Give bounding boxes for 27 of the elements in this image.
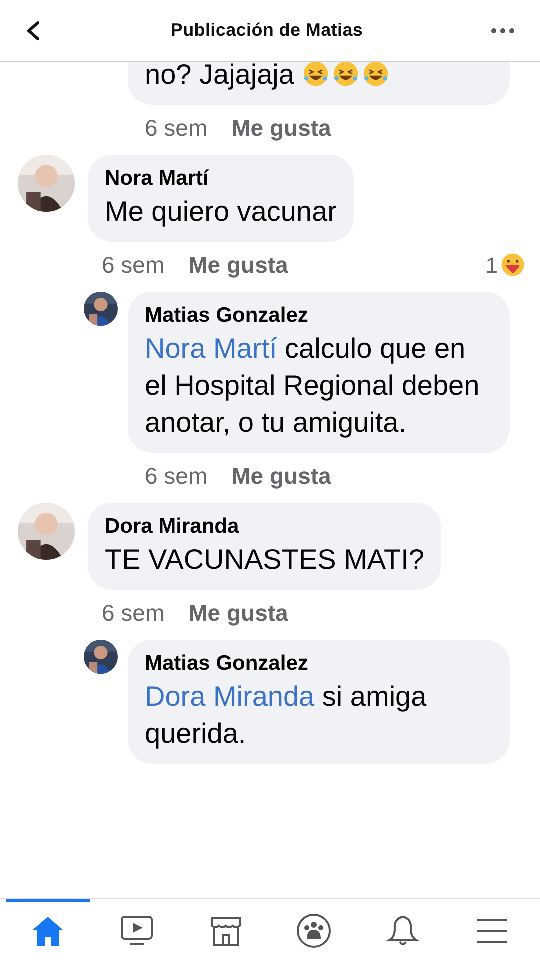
- author-name[interactable]: Matias Gonzalez: [145, 650, 493, 678]
- comment-text: no? Jajajaja: [145, 62, 493, 93]
- comment-text: Nora Martí calculo que en el Hospital Regional deben anotar, o tu amiguita.: [145, 332, 481, 440]
- like-link[interactable]: Me gusta: [188, 248, 288, 282]
- reaction-count: 1: [486, 252, 498, 280]
- like-link[interactable]: Me gusta: [188, 596, 288, 630]
- more-icon[interactable]: [490, 26, 516, 34]
- author-name[interactable]: Dora Miranda: [105, 513, 424, 541]
- like-link[interactable]: Me gusta: [232, 458, 332, 494]
- comment-time: 6 sem: [145, 114, 208, 143]
- page-title: Publicación de Matias: [170, 19, 364, 42]
- comment-time: 6 sem: [102, 250, 165, 280]
- comment-text: Me quiero vacunar: [105, 195, 337, 229]
- mention-link[interactable]: Nora Martí: [145, 333, 278, 364]
- laughing-face-icon: [302, 62, 330, 88]
- comment-time: 6 sem: [145, 462, 208, 491]
- author-name[interactable]: Nora Martí: [105, 165, 337, 193]
- hugging-face-icon: [500, 252, 526, 278]
- comment-text: TE VACUNASTES MATI?: [105, 543, 424, 577]
- laughing-face-icon: [332, 62, 360, 88]
- like-link[interactable]: Me gusta: [232, 110, 332, 146]
- mention-link[interactable]: Dora Miranda: [145, 681, 315, 712]
- comment-time: 6 sem: [102, 598, 165, 628]
- comment-text: Dora Miranda si amiga querida.: [145, 680, 428, 751]
- groups-icon: [296, 913, 332, 949]
- laughing-face-icon: [362, 62, 390, 88]
- author-name[interactable]: Matias Gonzalez: [145, 302, 493, 330]
